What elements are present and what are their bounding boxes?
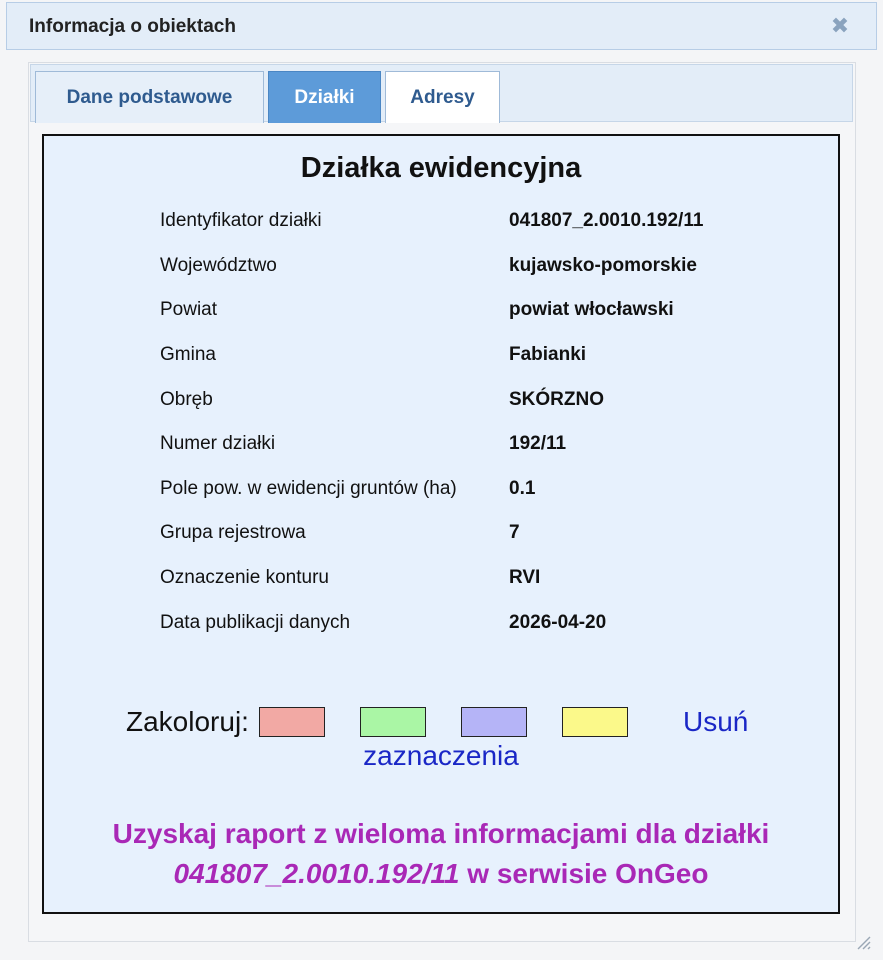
report-suffix: w serwisie OnGeo — [459, 858, 709, 889]
attribute-row: Grupa rejestrowa 7 — [160, 511, 800, 556]
tab-dane-podstawowe[interactable]: Dane podstawowe — [35, 71, 264, 123]
attribute-row: Powiat powiat włocławski — [160, 288, 800, 333]
attribute-row: Oznaczenie konturu RVI — [160, 556, 800, 601]
attribute-label: Obręb — [160, 388, 213, 410]
attribute-value: powiat włocławski — [509, 299, 674, 321]
attribute-row: Pole pow. w ewidencji gruntów (ha) 0.1 — [160, 467, 800, 512]
attribute-row: Data publikacji danych 2026-04-20 — [160, 600, 800, 645]
report-parcel-id: 041807_2.0010.192/11 — [173, 858, 460, 889]
dialog-title: Informacja o obiektach — [29, 16, 236, 37]
attribute-value: Fabianki — [509, 344, 587, 366]
attribute-value: kujawsko-pomorskie — [509, 254, 697, 276]
colorize-bar: Zakoloruj: — [126, 702, 766, 742]
report-line-2: 041807_2.0010.192/11 w serwisie OnGeo — [44, 854, 838, 894]
remove-selection-link-continued[interactable]: zaznaczenia — [44, 740, 838, 772]
attribute-row: Województwo kujawsko-pomorskie — [160, 244, 800, 289]
dialog-titlebar[interactable]: Informacja o obiektach ✖ — [6, 2, 877, 50]
attribute-value: 2026-04-20 — [509, 611, 607, 633]
attribute-row: Obręb SKÓRZNO — [160, 377, 800, 422]
attribute-row: Gmina Fabianki — [160, 333, 800, 378]
attribute-label: Grupa rejestrowa — [160, 522, 306, 544]
tab-bar: Dane podstawowe Działki Adresy — [30, 64, 853, 123]
colorize-label: Zakoloruj: — [126, 706, 249, 737]
parcel-attributes: Identyfikator działki 041807_2.0010.192/… — [160, 199, 800, 645]
attribute-label: Województwo — [160, 254, 277, 276]
attribute-value: RVI — [509, 567, 541, 589]
attribute-row: Numer działki 192/11 — [160, 422, 800, 467]
close-icon[interactable]: ✖ — [830, 15, 850, 37]
attribute-label: Powiat — [160, 299, 218, 321]
remove-selection-link[interactable]: Usuń — [683, 702, 748, 742]
tab-adresy[interactable]: Adresy — [385, 71, 500, 123]
color-swatch-blue[interactable] — [460, 707, 527, 737]
attribute-value: 7 — [509, 522, 520, 544]
attribute-value: 041807_2.0010.192/11 — [509, 210, 704, 232]
attribute-label: Gmina — [160, 344, 216, 366]
report-line-1: Uzyskaj raport z wieloma informacjami dl… — [112, 818, 770, 849]
object-info-dialog: Informacja o obiektach ✖ Dane podstawowe… — [0, 0, 883, 960]
attribute-label: Numer działki — [160, 433, 276, 455]
attribute-label: Pole pow. w ewidencji gruntów (ha) — [160, 477, 457, 499]
tab-dzialki[interactable]: Działki — [268, 71, 381, 123]
attribute-value: SKÓRZNO — [509, 388, 604, 410]
color-swatch-yellow[interactable] — [561, 707, 628, 737]
attribute-value: 192/11 — [509, 433, 567, 455]
ongeo-report-link[interactable]: Uzyskaj raport z wieloma informacjami dl… — [44, 814, 838, 894]
parcel-panel: Działka ewidencyjna Identyfikator działk… — [42, 134, 840, 914]
attribute-row: Identyfikator działki 041807_2.0010.192/… — [160, 199, 800, 244]
panel-title: Działka ewidencyjna — [300, 152, 582, 184]
attribute-label: Identyfikator działki — [160, 210, 322, 232]
attribute-label: Data publikacji danych — [160, 611, 351, 633]
resize-grip-icon[interactable] — [853, 932, 871, 950]
attribute-label: Oznaczenie konturu — [160, 567, 329, 589]
attribute-value: 0.1 — [509, 477, 536, 499]
color-swatch-red[interactable] — [258, 707, 325, 737]
color-swatch-green[interactable] — [359, 707, 426, 737]
